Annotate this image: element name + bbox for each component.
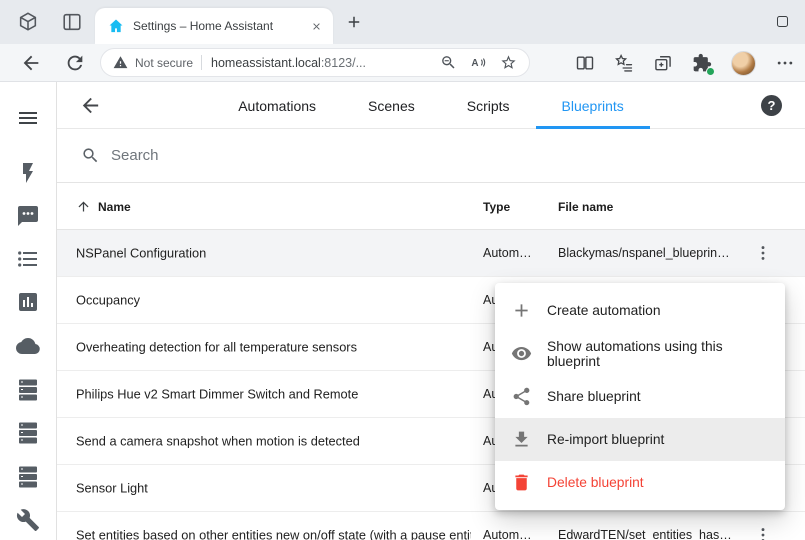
browser-back-icon[interactable] xyxy=(20,52,42,74)
not-secure-warning-icon xyxy=(113,55,128,70)
column-header-name[interactable]: Name xyxy=(76,183,131,230)
row-name: Philips Hue v2 Smart Dimmer Switch and R… xyxy=(76,387,358,402)
sidebar-history-icon[interactable] xyxy=(16,290,40,314)
row-name: Sensor Light xyxy=(76,481,148,496)
menu-item-reimport-blueprint[interactable]: Re-import blueprint xyxy=(495,418,785,461)
sidebar-addon-server-icon-3[interactable] xyxy=(16,465,40,489)
help-icon[interactable]: ? xyxy=(761,95,782,116)
column-header-type[interactable]: Type xyxy=(483,200,510,214)
row-name: Send a camera snapshot when motion is de… xyxy=(76,434,360,449)
tab-close-icon[interactable] xyxy=(307,17,325,35)
column-label: Name xyxy=(98,200,131,214)
url-text[interactable]: homeassistant.local:8123/... xyxy=(211,56,366,70)
favorites-icon[interactable] xyxy=(614,53,634,73)
workspaces-icon[interactable] xyxy=(17,11,39,33)
menu-item-label: Re-import blueprint xyxy=(547,432,664,447)
browser-menu-icon[interactable] xyxy=(775,53,795,73)
url-host: homeassistant.local xyxy=(211,56,321,70)
maximize-button[interactable] xyxy=(777,16,788,27)
tab-label: Automations xyxy=(238,98,316,114)
address-divider xyxy=(201,55,202,70)
sidebar-addon-server-icon-2[interactable] xyxy=(16,421,40,445)
search-icon xyxy=(81,146,100,165)
table-row[interactable]: Set entities based on other entities new… xyxy=(57,512,805,540)
sort-ascending-icon xyxy=(76,199,91,214)
url-path: :8123/... xyxy=(321,56,366,70)
refresh-icon[interactable] xyxy=(64,52,86,74)
row-file: EdwardTEN/set_entities_has… xyxy=(558,528,732,540)
status-badge xyxy=(706,67,715,76)
menu-item-delete-blueprint[interactable]: Delete blueprint xyxy=(495,461,785,504)
ha-header: Automations Scenes Scripts Blueprints ? xyxy=(57,82,805,129)
row-file: Blackymas/nspanel_blueprin… xyxy=(558,246,730,260)
favorite-star-icon[interactable] xyxy=(500,54,517,71)
row-name: Occupancy xyxy=(76,293,140,308)
sidebar-logbook-icon[interactable] xyxy=(16,247,40,271)
sidebar-energy-icon[interactable] xyxy=(16,161,40,185)
table-row[interactable]: NSPanel Configuration Autom… Blackymas/n… xyxy=(57,230,805,277)
menu-item-label: Delete blueprint xyxy=(547,475,644,490)
menu-item-share-blueprint[interactable]: Share blueprint xyxy=(495,375,785,418)
plus-icon xyxy=(511,300,532,321)
tab-title: Settings – Home Assistant xyxy=(133,19,307,33)
menu-item-label: Share blueprint xyxy=(547,389,641,404)
row-type: Autom… xyxy=(483,246,532,260)
tab-scenes[interactable]: Scenes xyxy=(342,82,441,129)
toolbar-right-icons xyxy=(575,44,795,82)
share-icon xyxy=(511,386,532,407)
download-icon xyxy=(511,429,532,450)
zoom-out-icon[interactable] xyxy=(440,54,457,71)
row-overflow-menu-icon[interactable] xyxy=(751,523,775,540)
read-aloud-icon[interactable]: A xyxy=(470,54,487,71)
row-name: NSPanel Configuration xyxy=(76,246,206,261)
sidebar-menu-icon[interactable] xyxy=(16,106,40,130)
blueprint-context-menu: Create automation Show automations using… xyxy=(495,283,785,510)
security-status-label[interactable]: Not secure xyxy=(135,56,193,70)
address-bar[interactable]: Not secure homeassistant.local:8123/... … xyxy=(100,48,530,77)
menu-item-label: Show automations using this blueprint xyxy=(547,339,769,369)
eye-icon xyxy=(511,343,532,364)
browser-toolbar: Not secure homeassistant.local:8123/... … xyxy=(0,44,805,82)
sidebar-cloud-icon[interactable] xyxy=(16,334,40,358)
trash-icon xyxy=(511,472,532,493)
split-screen-icon[interactable] xyxy=(575,53,595,73)
home-assistant-favicon xyxy=(108,18,124,34)
tab-label: Scripts xyxy=(467,98,510,114)
browser-window: Settings – Home Assistant Not secure hom… xyxy=(0,0,805,540)
sidebar-addon-server-icon-1[interactable] xyxy=(16,378,40,402)
browser-titlebar: Settings – Home Assistant xyxy=(0,0,805,44)
search-input[interactable] xyxy=(111,147,431,164)
extensions-icon[interactable] xyxy=(692,53,712,73)
collections-icon[interactable] xyxy=(653,53,673,73)
menu-item-show-automations[interactable]: Show automations using this blueprint xyxy=(495,332,785,375)
ha-back-icon[interactable] xyxy=(79,94,102,117)
tab-label: Scenes xyxy=(368,98,415,114)
tab-scripts[interactable]: Scripts xyxy=(441,82,536,129)
row-type: Autom… xyxy=(483,528,532,540)
ha-nav-tabs: Automations Scenes Scripts Blueprints xyxy=(117,82,745,129)
row-name: Set entities based on other entities new… xyxy=(76,528,471,540)
ha-sidebar xyxy=(0,82,57,540)
new-tab-button[interactable] xyxy=(345,13,363,31)
table-header: Name Type File name xyxy=(57,183,805,230)
tab-label: Blueprints xyxy=(562,98,624,114)
vertical-tabs-icon[interactable] xyxy=(61,11,83,33)
tab-automations[interactable]: Automations xyxy=(212,82,342,129)
search-bar[interactable] xyxy=(57,129,805,183)
row-name: Overheating detection for all temperatur… xyxy=(76,340,357,355)
menu-item-create-automation[interactable]: Create automation xyxy=(495,289,785,332)
browser-tab[interactable]: Settings – Home Assistant xyxy=(95,8,333,44)
svg-text:A: A xyxy=(471,58,478,69)
menu-item-label: Create automation xyxy=(547,303,661,318)
profile-avatar[interactable] xyxy=(731,51,756,76)
sidebar-tools-wrench-icon[interactable] xyxy=(16,508,40,532)
sidebar-chat-icon[interactable] xyxy=(16,204,40,228)
tab-blueprints[interactable]: Blueprints xyxy=(536,82,650,129)
column-header-file[interactable]: File name xyxy=(558,200,613,214)
row-overflow-menu-icon[interactable] xyxy=(751,241,775,265)
